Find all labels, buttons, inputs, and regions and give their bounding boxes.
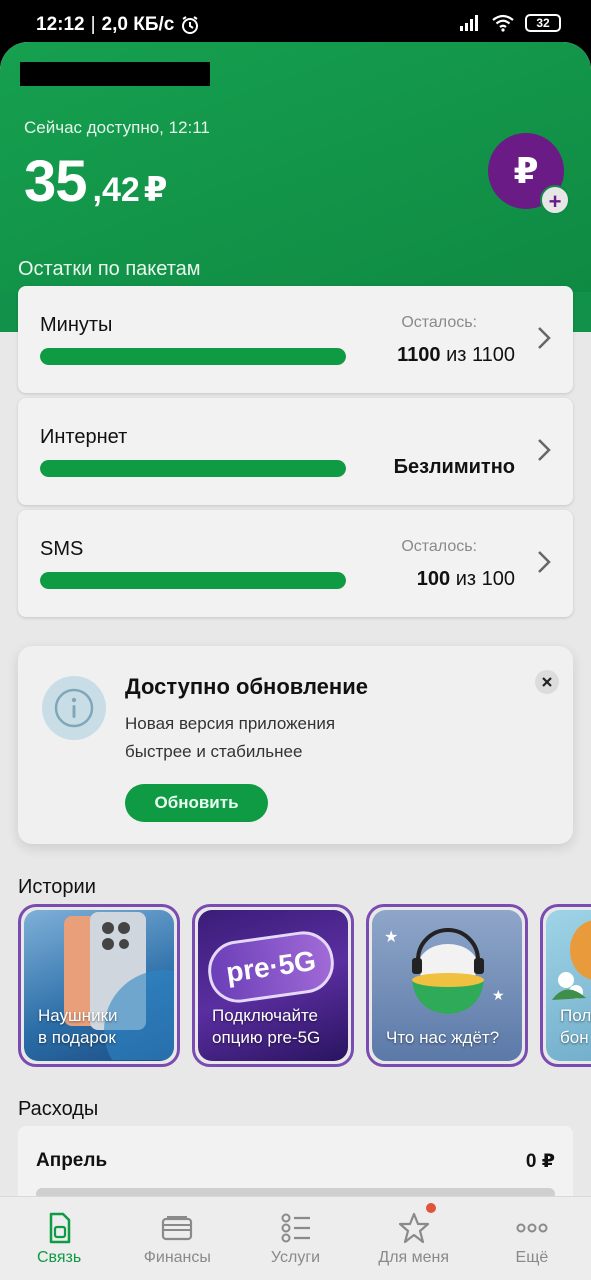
story-caption-line1: Подключайте	[212, 1006, 319, 1025]
sim-icon	[49, 1212, 71, 1244]
stories-title: Истории	[18, 876, 96, 898]
status-speed: 2,0 КБ/с	[101, 14, 175, 35]
topup-button[interactable]: ₽ +	[488, 133, 570, 215]
package-progress-fill	[40, 460, 346, 477]
nav-item-services[interactable]: Услуги	[236, 1197, 354, 1280]
nav-label: Связь	[36, 1249, 82, 1266]
story-image: pre·5G Подключайте опцию pre-5G	[198, 910, 348, 1061]
nav-label: Ещё	[515, 1249, 549, 1266]
story-image: Пол бон	[546, 910, 591, 1061]
package-value-total: из 100	[450, 568, 515, 590]
story-card[interactable]: Пол бон	[540, 904, 591, 1067]
balance-header: Сейчас доступно, 12:11 35 ,42 ₽ ₽ + Оста…	[0, 42, 591, 292]
signal-icon	[460, 15, 478, 31]
story-caption: Наушники в подарок	[38, 1005, 118, 1049]
story-caption-line2: в подарок	[38, 1028, 116, 1047]
packages-title: Остатки по пакетам	[18, 258, 201, 280]
chevron-right-icon	[538, 327, 551, 349]
package-value-total: из 1100	[440, 344, 515, 366]
story-caption-line1: Пол	[560, 1006, 591, 1025]
nav-label: Услуги	[270, 1249, 321, 1266]
package-name: SMS	[40, 538, 84, 560]
ruble-icon: ₽	[513, 150, 539, 191]
story-caption-line2: бон	[560, 1028, 589, 1047]
package-left-label: Осталось:	[401, 314, 477, 331]
status-left: 12:12 | 2,0 КБ/с	[36, 14, 200, 36]
update-description: Новая версия приложения быстрее и стабил…	[125, 710, 425, 766]
story-card[interactable]: pre·5G Подключайте опцию pre-5G	[192, 904, 354, 1067]
status-right: 32	[459, 14, 561, 32]
star-icon	[398, 1212, 429, 1244]
package-progress	[40, 460, 346, 477]
status-time: 12:12	[36, 14, 85, 35]
package-progress-fill	[40, 348, 346, 365]
update-text-line1: Новая версия приложения	[125, 714, 336, 733]
package-value: 100 из 100	[417, 568, 515, 591]
update-text-line2: быстрее и стабильнее	[125, 742, 303, 761]
pre5g-badge: pre·5G	[204, 927, 338, 1007]
nav-item-finance[interactable]: Финансы	[118, 1197, 236, 1280]
expenses-amount: 0 ₽	[525, 1151, 555, 1172]
package-card-minutes[interactable]: Минуты Осталось: 1100 из 1100	[18, 286, 573, 393]
nav-item-for-me[interactable]: Для меня	[355, 1197, 473, 1280]
app-screen: Сейчас доступно, 12:11 35 ,42 ₽ ₽ + Оста…	[0, 42, 591, 1280]
chevron-right-icon	[538, 439, 551, 461]
balance-value[interactable]: 35 ,42 ₽	[24, 148, 167, 215]
story-card[interactable]: ★ ★ Что нас ждёт?	[366, 904, 528, 1067]
package-left-label: Осталось:	[401, 538, 477, 555]
close-button[interactable]	[535, 670, 559, 694]
nav-item-more[interactable]: Ещё	[473, 1197, 591, 1280]
balance-integer: 35	[24, 149, 88, 214]
story-caption-line1: Наушники	[38, 1006, 118, 1025]
story-caption: Пол бон	[560, 1005, 591, 1049]
package-value: 1100 из 1100	[397, 344, 515, 367]
package-name: Интернет	[40, 426, 128, 448]
package-card-internet[interactable]: Интернет Безлимитно	[18, 398, 573, 505]
package-value-remaining: 100	[416, 568, 451, 590]
update-title: Доступно обновление	[125, 674, 368, 699]
package-card-sms[interactable]: SMS Осталось: 100 из 100	[18, 510, 573, 617]
battery-icon: 32	[525, 14, 561, 32]
story-caption-line1: Что нас ждёт?	[386, 1028, 500, 1047]
info-icon	[42, 676, 106, 740]
nav-item-svyaz[interactable]: Связь	[0, 1197, 118, 1280]
expenses-title: Расходы	[18, 1098, 99, 1120]
redacted-phone-number	[20, 62, 210, 86]
story-caption: Подключайте опцию pre-5G	[212, 1005, 320, 1049]
svg-text:★: ★	[384, 929, 398, 946]
status-bar: 12:12 | 2,0 КБ/с 32	[0, 0, 591, 46]
package-progress	[40, 572, 346, 589]
story-caption: Что нас ждёт?	[386, 1027, 499, 1049]
plus-icon: +	[540, 185, 570, 215]
package-value-unlimited: Безлимитно	[393, 456, 515, 478]
list-icon	[281, 1213, 310, 1243]
alarm-icon	[182, 16, 199, 34]
balance-currency: ₽	[143, 171, 168, 209]
package-name: Минуты	[40, 314, 113, 336]
story-card[interactable]: Наушники в подарок	[18, 904, 180, 1067]
available-label: Сейчас доступно, 12:11	[24, 118, 210, 137]
package-value-remaining: 1100	[397, 344, 441, 366]
wallet-icon	[162, 1216, 193, 1241]
update-banner: Доступно обновление Новая версия приложе…	[18, 646, 573, 844]
svg-text:★: ★	[492, 987, 505, 1003]
package-progress-fill	[40, 572, 346, 589]
wifi-icon	[492, 14, 514, 32]
nav-label: Финансы	[143, 1249, 211, 1266]
package-value: Безлимитно	[394, 456, 515, 479]
status-separator: |	[90, 14, 96, 35]
nav-label: Для меня	[378, 1249, 450, 1266]
story-image: ★ ★ Что нас ждёт?	[372, 910, 522, 1061]
update-button[interactable]: Обновить	[125, 784, 268, 822]
chevron-right-icon	[538, 551, 551, 573]
notification-dot	[425, 1203, 436, 1213]
story-image: Наушники в подарок	[24, 910, 174, 1061]
expenses-month: Апрель	[36, 1150, 108, 1171]
bottom-navigation: Связь Финансы Услуги Для меня Ещё	[0, 1196, 591, 1280]
story-caption-line2: опцию pre-5G	[212, 1028, 321, 1047]
more-icon	[516, 1223, 548, 1233]
balance-decimal: ,42	[92, 171, 140, 209]
package-progress	[40, 348, 346, 365]
close-icon	[542, 677, 552, 687]
